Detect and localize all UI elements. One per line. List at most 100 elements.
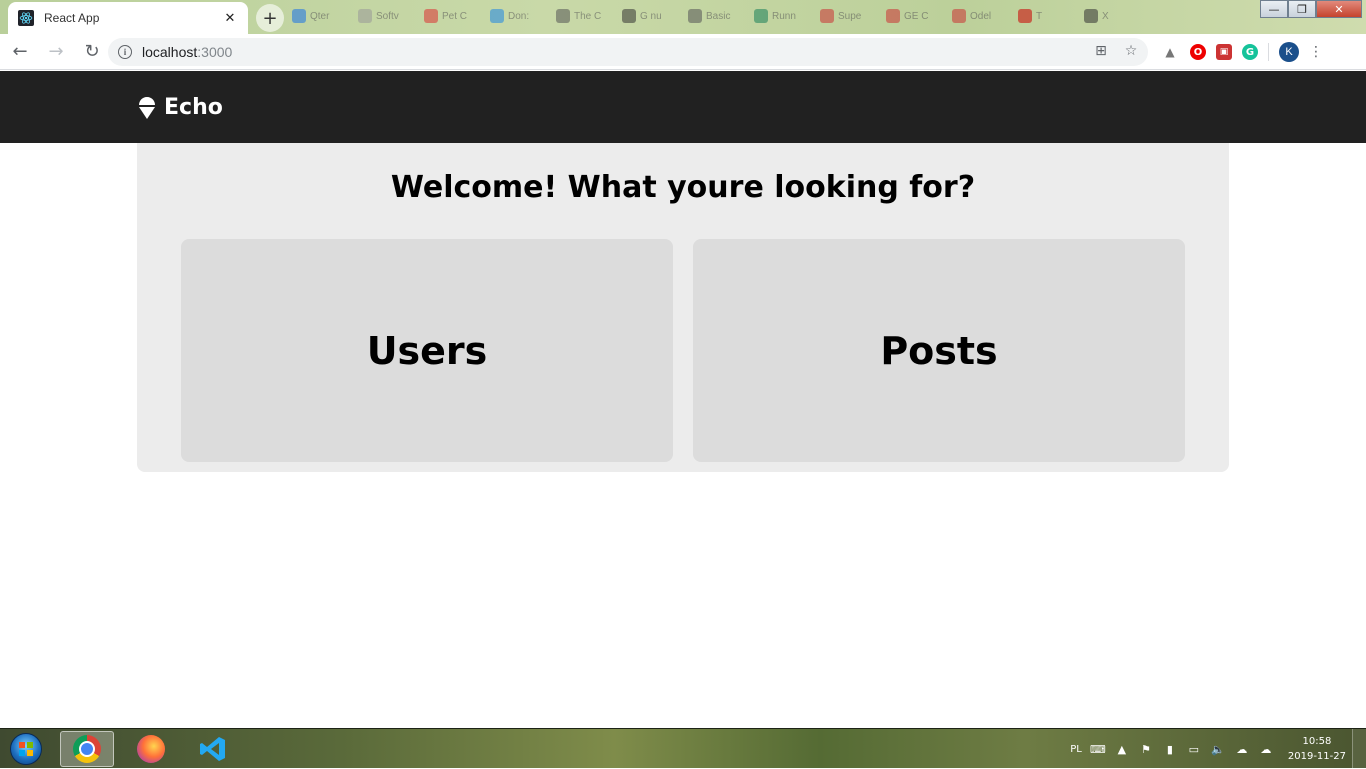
tab-favicon-icon: [556, 9, 570, 23]
reload-icon: ↻: [84, 41, 100, 62]
toolbar-separator: [1268, 43, 1269, 61]
tab-favicon-icon: [292, 9, 306, 23]
background-tab-label: T: [1036, 10, 1043, 22]
arrow-left-icon: ←: [12, 41, 28, 62]
background-tab[interactable]: Runn: [754, 6, 814, 26]
menu-dots-icon[interactable]: ⋮: [1309, 44, 1323, 60]
taskbar-clock[interactable]: 10:58 2019-11-27: [1288, 734, 1346, 764]
tab-favicon-icon: [820, 9, 834, 23]
tab-title: React App: [44, 11, 100, 25]
tab-close-icon[interactable]: ✕: [222, 10, 238, 26]
background-tab[interactable]: X: [1084, 6, 1144, 26]
tab-favicon-icon: [1084, 9, 1098, 23]
background-tab[interactable]: Odel: [952, 6, 1012, 26]
extension-icons: ▲ O ▣ G K ⋮: [1160, 42, 1323, 62]
network-icon[interactable]: ▭: [1186, 741, 1202, 757]
tab-favicon-icon: [688, 9, 702, 23]
opera-extension-icon[interactable]: O: [1190, 44, 1206, 60]
users-card-label: Users: [366, 328, 488, 373]
react-favicon-icon: [18, 10, 34, 26]
background-tab-label: GE C: [904, 10, 929, 22]
vscode-icon: [200, 737, 225, 761]
background-tab-label: G nu: [640, 10, 662, 22]
forward-button[interactable]: →: [40, 36, 72, 68]
background-tab-label: Supe: [838, 10, 862, 22]
background-tab-label: The C: [574, 10, 602, 22]
tab-react-app[interactable]: React App ✕: [8, 2, 248, 34]
tab-favicon-icon: [754, 9, 768, 23]
chrome-icon: [73, 735, 101, 763]
background-tab[interactable]: Supe: [820, 6, 880, 26]
brand-name: Echo: [164, 95, 223, 120]
cloud-sync-icon[interactable]: ☁: [1234, 741, 1250, 757]
volume-icon[interactable]: 🔈: [1210, 741, 1226, 757]
tab-favicon-icon: [952, 9, 966, 23]
battery-icon[interactable]: ▮: [1162, 741, 1178, 757]
background-tab-label: Pet C: [442, 10, 468, 22]
background-tab[interactable]: Softv: [358, 6, 418, 26]
page-title: Welcome! What youre looking for?: [390, 170, 976, 205]
background-tab[interactable]: GE C: [886, 6, 946, 26]
windows-taskbar: PL ⌨ ▲ ⚑ ▮ ▭ 🔈 ☁ ☁ 10:58 2019-11-27: [0, 728, 1366, 769]
main-panel: Welcome! What youre looking for? Users P…: [137, 143, 1229, 472]
background-tab-label: Don:: [508, 10, 530, 22]
star-icon[interactable]: ☆: [1122, 42, 1140, 60]
taskbar-vscode[interactable]: [186, 731, 240, 767]
clock-time: 10:58: [1302, 736, 1332, 747]
translate-icon[interactable]: ⊞: [1092, 42, 1110, 60]
reload-button[interactable]: ↻: [76, 36, 108, 68]
screenshot-extension-icon[interactable]: ▣: [1216, 44, 1232, 60]
browser-toolbar: ← → ↻ i localhost :3000 ⊞ ☆ ▲ O ▣ G K ⋮: [0, 34, 1366, 70]
profile-avatar[interactable]: K: [1279, 42, 1299, 62]
browser-tab-strip: React App ✕ + Qter Softv Pet C Don: The C G n…: [0, 0, 1366, 34]
arrow-right-icon: →: [48, 41, 64, 62]
maximize-button[interactable]: ❐: [1288, 0, 1316, 18]
tab-favicon-icon: [622, 9, 636, 23]
tab-favicon-icon: [886, 9, 900, 23]
action-center-icon[interactable]: ⚑: [1138, 741, 1154, 757]
background-tab[interactable]: Pet C: [424, 6, 484, 26]
language-indicator[interactable]: PL: [1070, 744, 1082, 755]
show-hidden-icons-icon[interactable]: ▲: [1114, 741, 1130, 757]
firefox-icon: [137, 735, 165, 763]
close-window-button[interactable]: ✕: [1316, 0, 1362, 18]
app-header: Echo: [0, 71, 1366, 143]
background-tab[interactable]: Qter: [292, 6, 352, 26]
tab-favicon-icon: [1018, 9, 1032, 23]
address-bar[interactable]: i localhost :3000 ⊞ ☆: [108, 38, 1148, 66]
drive-extension-icon[interactable]: ▲: [1160, 42, 1180, 62]
background-tab[interactable]: The C: [556, 6, 616, 26]
taskbar-firefox[interactable]: [124, 731, 178, 767]
background-tab-label: X: [1102, 10, 1109, 22]
background-tab-label: Runn: [772, 10, 796, 22]
taskbar-chrome[interactable]: [60, 731, 114, 767]
url-host: localhost: [142, 44, 198, 60]
background-tab-label: Basic: [706, 10, 731, 22]
back-button[interactable]: ←: [4, 36, 36, 68]
windows-logo-icon: [10, 733, 42, 765]
background-tab-label: Qter: [310, 10, 330, 22]
cloud-upload-icon[interactable]: ☁: [1258, 741, 1274, 757]
keyboard-icon[interactable]: ⌨: [1090, 741, 1106, 757]
users-card[interactable]: Users: [181, 239, 673, 462]
background-tabs: Qter Softv Pet C Don: The C G nu Basic Runn Supe…: [292, 6, 1144, 26]
posts-card[interactable]: Posts: [693, 239, 1185, 462]
info-icon[interactable]: i: [118, 45, 132, 59]
background-tab[interactable]: Basic: [688, 6, 748, 26]
show-desktop-button[interactable]: [1352, 729, 1366, 769]
new-tab-button[interactable]: +: [256, 4, 284, 32]
brand-logo[interactable]: Echo: [138, 95, 223, 120]
ice-cream-icon: [138, 96, 156, 120]
posts-card-label: Posts: [880, 328, 998, 373]
system-tray: PL ⌨ ▲ ⚑ ▮ ▭ 🔈 ☁ ☁ 10:58 2019-11-27: [1070, 729, 1366, 769]
background-tab-label: Softv: [376, 10, 399, 22]
clock-date: 2019-11-27: [1287, 751, 1346, 762]
grammarly-extension-icon[interactable]: G: [1242, 44, 1258, 60]
window-controls: — ❐ ✕: [1260, 0, 1362, 18]
background-tab[interactable]: G nu: [622, 6, 682, 26]
minimize-button[interactable]: —: [1260, 0, 1288, 18]
url-port: :3000: [197, 44, 233, 60]
start-button[interactable]: [6, 731, 46, 767]
background-tab[interactable]: T: [1018, 6, 1078, 26]
background-tab[interactable]: Don:: [490, 6, 550, 26]
